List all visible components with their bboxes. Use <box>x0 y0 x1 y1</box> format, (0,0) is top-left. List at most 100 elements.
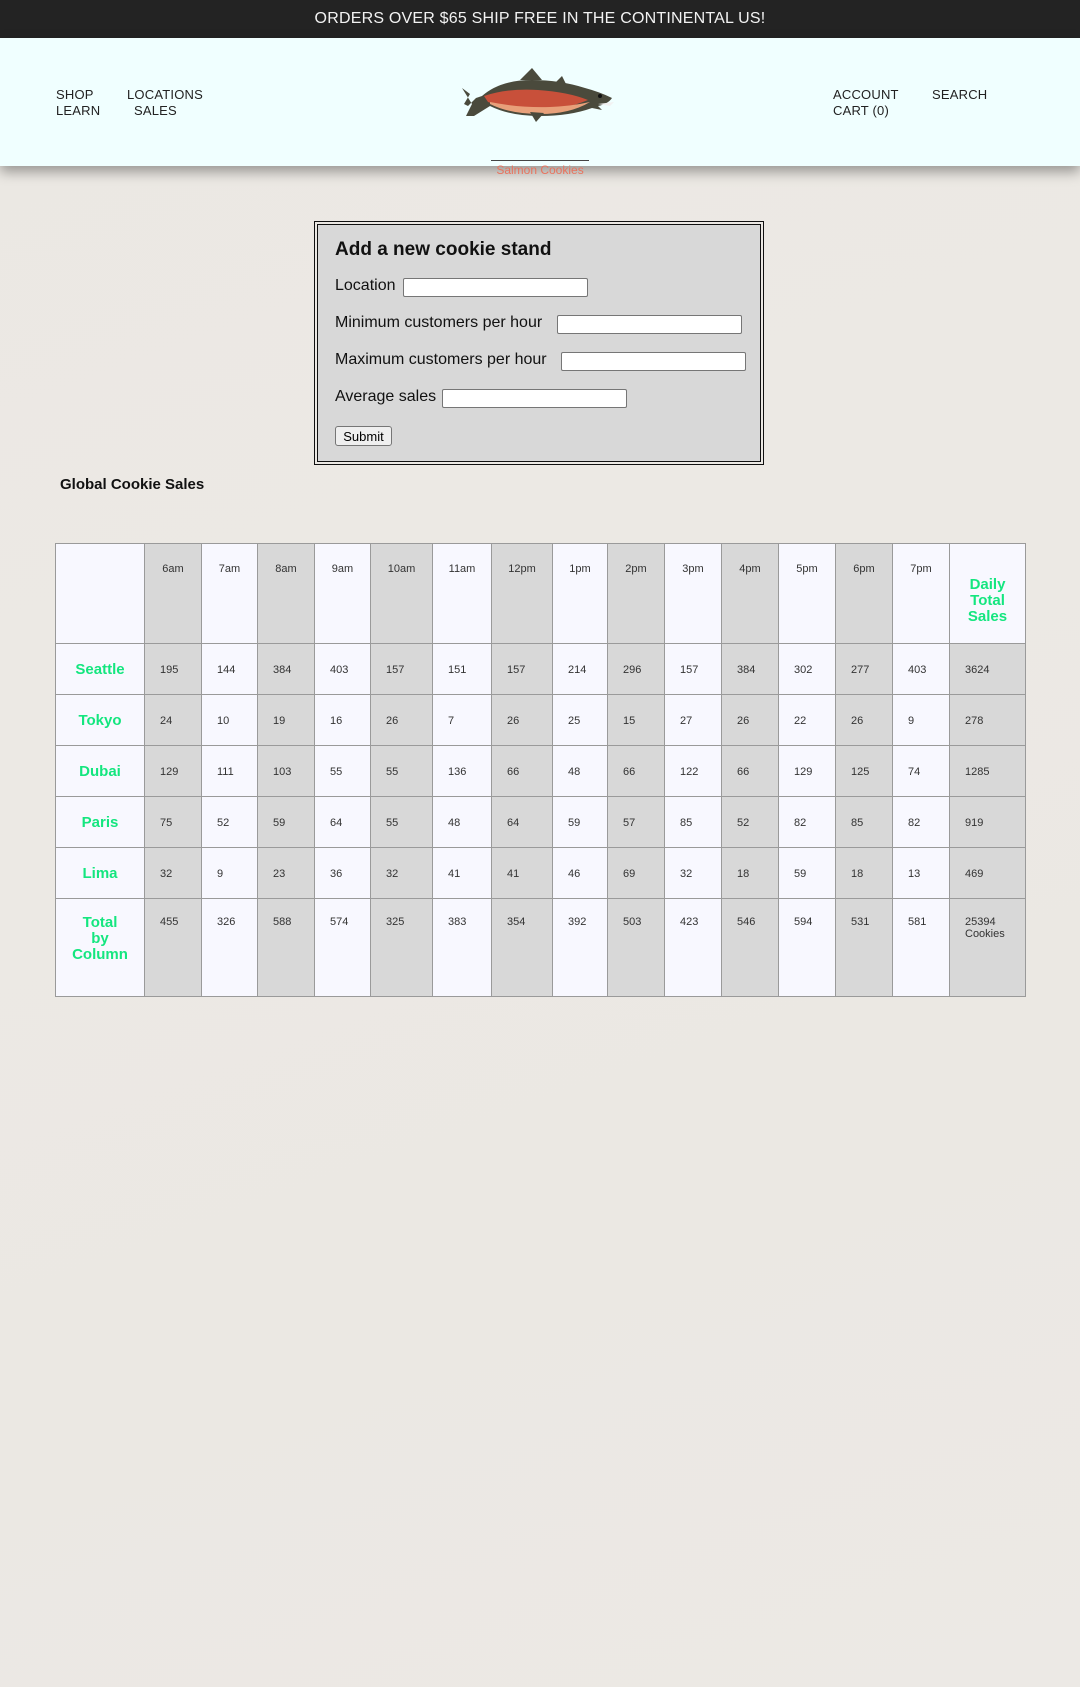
hourly-sales-cell: 19 <box>257 694 315 746</box>
hourly-sales-cell: 74 <box>892 745 950 797</box>
daily-total-cell: 3624 <box>949 643 1026 695</box>
hourly-sales-cell: 214 <box>552 643 608 695</box>
hourly-sales-cell: 151 <box>432 643 492 695</box>
salmon-logo-icon[interactable] <box>460 58 620 138</box>
min-customers-input[interactable] <box>557 315 742 334</box>
hourly-sales-cell: 52 <box>721 796 779 848</box>
hourly-sales-cell: 55 <box>314 745 371 797</box>
column-total-cell: 531 <box>835 898 893 997</box>
hour-header: 6pm <box>835 543 893 644</box>
hour-header: 7pm <box>892 543 950 644</box>
location-name-cell: Paris <box>55 796 145 848</box>
hourly-sales-cell: 157 <box>370 643 433 695</box>
column-total-cell: 546 <box>721 898 779 997</box>
hourly-sales-cell: 9 <box>892 694 950 746</box>
grand-total-value: 25394 <box>965 916 996 928</box>
hourly-sales-cell: 129 <box>778 745 836 797</box>
grand-total-cell: 25394 Cookies <box>949 898 1026 997</box>
column-total-cell: 455 <box>144 898 202 997</box>
hour-header: 1pm <box>552 543 608 644</box>
hourly-sales-cell: 157 <box>664 643 722 695</box>
header-row: 6am 7am 8am 9am 10am 11am 12pm 1pm 2pm 3… <box>55 543 1026 644</box>
hourly-sales-cell: 22 <box>778 694 836 746</box>
nav-locations-link[interactable]: LOCATIONS <box>127 87 203 102</box>
totals-row-label-line: by <box>91 930 109 947</box>
logo-text[interactable]: Salmon Cookies <box>470 163 610 177</box>
nav-cart-link[interactable]: CART (0) <box>833 103 889 118</box>
column-total-cell: 574 <box>314 898 371 997</box>
location-name-cell: Lima <box>55 847 145 899</box>
hourly-sales-cell: 32 <box>664 847 722 899</box>
hourly-sales-cell: 48 <box>552 745 608 797</box>
hourly-sales-cell: 48 <box>432 796 492 848</box>
column-total-cell: 325 <box>370 898 433 997</box>
totals-row-label-line: Column <box>72 946 128 963</box>
hourly-sales-cell: 59 <box>257 796 315 848</box>
hourly-sales-cell: 13 <box>892 847 950 899</box>
hourly-sales-cell: 25 <box>552 694 608 746</box>
totals-row-label: Total by Column <box>55 898 145 997</box>
submit-button[interactable]: Submit <box>335 426 392 446</box>
location-input[interactable] <box>403 278 588 297</box>
table-row: Paris 75 52 59 64 55 48 64 59 57 85 52 82 85 82 919 <box>55 796 1026 848</box>
site-header: SHOP LEARN LOCATIONS SALES Salmon Cookie… <box>0 38 1080 177</box>
hourly-sales-cell: 24 <box>144 694 202 746</box>
cookie-sales-table: 6am 7am 8am 9am 10am 11am 12pm 1pm 2pm 3… <box>55 543 1026 997</box>
hour-header: 10am <box>370 543 433 644</box>
daily-total-cell: 1285 <box>949 745 1026 797</box>
hourly-sales-cell: 195 <box>144 643 202 695</box>
hourly-sales-cell: 75 <box>144 796 202 848</box>
hourly-sales-cell: 32 <box>370 847 433 899</box>
hourly-sales-cell: 41 <box>432 847 492 899</box>
add-cookie-stand-form: Add a new cookie stand Location Minimum … <box>314 221 764 465</box>
table-heading: Global Cookie Sales <box>60 476 205 493</box>
hourly-sales-cell: 403 <box>892 643 950 695</box>
nav-sales-link[interactable]: SALES <box>134 103 177 118</box>
hourly-sales-cell: 64 <box>491 796 553 848</box>
hourly-sales-cell: 46 <box>552 847 608 899</box>
hour-header: 4pm <box>721 543 779 644</box>
hourly-sales-cell: 125 <box>835 745 893 797</box>
hourly-sales-cell: 384 <box>257 643 315 695</box>
column-total-cell: 354 <box>491 898 553 997</box>
nav-learn-link[interactable]: LEARN <box>56 103 100 118</box>
hourly-sales-cell: 18 <box>721 847 779 899</box>
location-label: Location <box>335 277 396 294</box>
location-name-cell: Tokyo <box>55 694 145 746</box>
min-customers-label: Minimum customers per hour <box>335 314 543 331</box>
table-row: Dubai 129 111 103 55 55 136 66 48 66 122 66 129 125 74… <box>55 745 1026 797</box>
daily-total-header-line: Total <box>970 591 1005 609</box>
hourly-sales-cell: 16 <box>314 694 371 746</box>
hourly-sales-cell: 41 <box>491 847 553 899</box>
hourly-sales-cell: 69 <box>607 847 665 899</box>
hourly-sales-cell: 103 <box>257 745 315 797</box>
max-customers-input[interactable] <box>561 352 746 371</box>
hourly-sales-cell: 111 <box>201 745 258 797</box>
hour-header: 11am <box>432 543 492 644</box>
hourly-sales-cell: 15 <box>607 694 665 746</box>
column-total-cell: 581 <box>892 898 950 997</box>
table-body: Seattle 195 144 384 403 157 151 157 214 296 157 384… <box>55 643 1026 899</box>
totals-row-label-line: Total <box>82 914 118 931</box>
hour-header: 12pm <box>491 543 553 644</box>
hourly-sales-cell: 85 <box>664 796 722 848</box>
hourly-sales-cell: 18 <box>835 847 893 899</box>
hourly-sales-cell: 26 <box>491 694 553 746</box>
table-row: Lima 32 9 23 36 32 41 41 46 69 32 18 59 18 13 469 <box>55 847 1026 899</box>
nav-search-link[interactable]: SEARCH <box>932 87 987 102</box>
hourly-sales-cell: 85 <box>835 796 893 848</box>
daily-total-cell: 919 <box>949 796 1026 848</box>
hourly-sales-cell: 59 <box>778 847 836 899</box>
hour-header: 2pm <box>607 543 665 644</box>
column-total-cell: 588 <box>257 898 315 997</box>
average-sales-input[interactable] <box>442 389 627 408</box>
hour-header: 3pm <box>664 543 722 644</box>
hourly-sales-cell: 55 <box>370 745 433 797</box>
form-title: Add a new cookie stand <box>335 239 552 260</box>
nav-account-link[interactable]: ACCOUNT <box>833 87 899 102</box>
hourly-sales-cell: 26 <box>835 694 893 746</box>
nav-shop-link[interactable]: SHOP <box>56 87 94 102</box>
average-sales-label: Average sales <box>335 388 437 405</box>
location-name-cell: Seattle <box>55 643 145 695</box>
hourly-sales-cell: 122 <box>664 745 722 797</box>
